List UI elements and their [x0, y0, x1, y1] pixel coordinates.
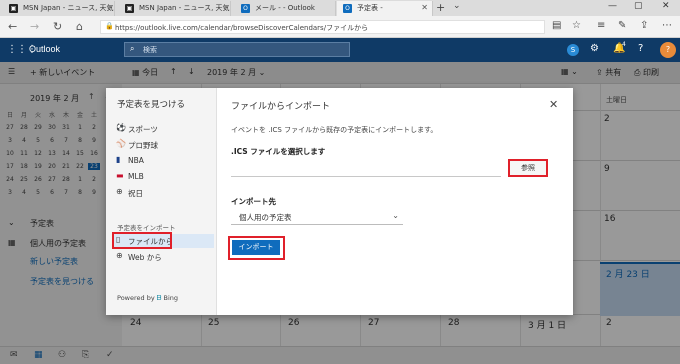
- bing-label: Bing: [163, 294, 179, 302]
- globe-icon: ⊕: [116, 187, 123, 196]
- import-section-title: 予定表をインポート: [117, 224, 176, 232]
- dialog-sidebar-title: 予定表を見つける: [117, 100, 186, 110]
- close-icon[interactable]: ✕: [549, 98, 558, 111]
- skype-icon[interactable]: S: [567, 44, 579, 56]
- back-icon[interactable]: ←: [8, 20, 17, 33]
- favorites-hub-icon[interactable]: ≡: [597, 20, 605, 31]
- category-sports[interactable]: ⚽ スポーツ: [114, 122, 214, 136]
- favorite-star-icon[interactable]: ☆: [572, 20, 581, 31]
- import-target-label: インポート先: [231, 197, 276, 206]
- browser-tab[interactable]: ▣ MSN Japan - ニュース, 天気, ﾒ: [119, 1, 231, 16]
- file-path-field[interactable]: [231, 176, 501, 177]
- select-file-label: .ICS ファイルを選択します: [231, 147, 326, 156]
- nba-logo-icon: ▮: [116, 155, 121, 164]
- maximize-icon[interactable]: ▢: [634, 1, 643, 11]
- category-label: NBA: [128, 156, 144, 165]
- browser-tab[interactable]: O メール - - Outlook: [235, 1, 336, 16]
- category-label: MLB: [128, 172, 144, 181]
- more-icon[interactable]: ⋯: [662, 20, 672, 31]
- browser-tab-bar: ▣ MSN Japan - ニュース, 天気, ﾒ ▣ MSN Japan - …: [0, 0, 680, 16]
- category-nba[interactable]: ▮ NBA: [114, 154, 214, 168]
- window-close-icon[interactable]: ✕: [662, 1, 670, 11]
- url-field[interactable]: 🔒 https://outlook.live.com/calendar/brow…: [100, 20, 545, 34]
- baseball-icon: ⚾: [116, 139, 126, 148]
- tab-label: 予定表 -: [357, 4, 383, 12]
- powered-by: Powered by ᗷ Bing: [117, 294, 178, 303]
- from-web-label: Web から: [128, 253, 162, 262]
- import-button[interactable]: インポート: [232, 240, 280, 255]
- category-holidays[interactable]: ⊕ 祝日: [114, 186, 214, 200]
- brand-title: Outlook: [29, 44, 61, 54]
- mlb-logo-icon: ▬: [116, 171, 124, 180]
- reading-view-icon[interactable]: ▤: [552, 20, 561, 31]
- forward-icon[interactable]: →: [30, 20, 39, 33]
- search-input[interactable]: ⌕ 検索: [124, 42, 350, 57]
- address-bar: ← → ↻ ⌂ 🔒 https://outlook.live.com/calen…: [0, 16, 680, 38]
- browse-button[interactable]: 参照: [508, 159, 548, 177]
- category-pro-baseball[interactable]: ⚾ プロ野球: [114, 138, 214, 152]
- tab-label: メール - - Outlook: [255, 4, 315, 12]
- search-icon: ⌕: [130, 44, 135, 53]
- bing-logo-icon: ᗷ: [156, 294, 162, 302]
- dialog-title: ファイルからインポート: [231, 102, 331, 112]
- tab-list-chevron-icon[interactable]: ⌄: [453, 1, 461, 11]
- refresh-icon[interactable]: ↻: [53, 20, 62, 33]
- category-mlb[interactable]: ▬ MLB: [114, 170, 214, 184]
- annotation-highlight-from-file: [112, 232, 172, 249]
- avatar[interactable]: ?: [660, 42, 676, 58]
- dialog-description: イベントを .ICS ファイルから既存の予定表にインポートします。: [231, 126, 438, 134]
- import-dialog: 予定表を見つける ⚽ スポーツ ⚾ プロ野球 ▮ NBA ▬ MLB ⊕ 祝日 …: [106, 88, 573, 315]
- msn-favicon-icon: ▣: [125, 4, 134, 13]
- dialog-sidebar: 予定表を見つける ⚽ スポーツ ⚾ プロ野球 ▮ NBA ▬ MLB ⊕ 祝日 …: [106, 88, 217, 315]
- url-text: https://outlook.live.com/calendar/browse…: [115, 24, 369, 32]
- web-globe-icon: ⊕: [116, 251, 123, 260]
- powered-by-label: Powered by: [117, 294, 155, 302]
- help-icon[interactable]: ?: [638, 43, 643, 54]
- outlook-header: ⋮⋮⋮ Outlook ⌕ 検索 S ⚙ 🔔 4 ? ?: [0, 38, 680, 62]
- category-label: プロ野球: [128, 141, 158, 150]
- msn-favicon-icon: ▣: [9, 4, 18, 13]
- settings-gear-icon[interactable]: ⚙: [590, 43, 599, 54]
- outlook-favicon-icon: O: [343, 4, 352, 13]
- share-icon[interactable]: ⇪: [640, 20, 648, 31]
- tab-label: MSN Japan - ニュース, 天気, ﾒ: [23, 4, 115, 12]
- browser-tab-active[interactable]: O 予定表 - ✕: [337, 1, 433, 16]
- new-tab-icon[interactable]: +: [436, 1, 445, 14]
- chevron-down-icon: ⌄: [392, 211, 399, 220]
- category-label: スポーツ: [128, 125, 158, 134]
- target-calendar-value: 個人用の予定表: [239, 213, 292, 222]
- tab-label: MSN Japan - ニュース, 天気, ﾒ: [139, 4, 231, 12]
- target-calendar-select[interactable]: 個人用の予定表 ⌄: [231, 209, 403, 225]
- from-web-item[interactable]: ⊕ Web から: [114, 250, 214, 264]
- search-placeholder: 検索: [143, 46, 157, 54]
- lock-icon: 🔒: [105, 22, 114, 30]
- close-tab-icon[interactable]: ✕: [421, 3, 428, 12]
- outlook-favicon-icon: O: [241, 4, 250, 13]
- notification-badge: 4: [622, 41, 626, 48]
- notes-icon[interactable]: ✎: [618, 20, 626, 31]
- category-label: 祝日: [128, 189, 143, 198]
- browser-tab[interactable]: ▣ MSN Japan - ニュース, 天気, ﾒ: [3, 1, 115, 16]
- sports-icon: ⚽: [116, 123, 126, 132]
- home-icon[interactable]: ⌂: [76, 20, 83, 33]
- minimize-icon[interactable]: —: [608, 1, 617, 11]
